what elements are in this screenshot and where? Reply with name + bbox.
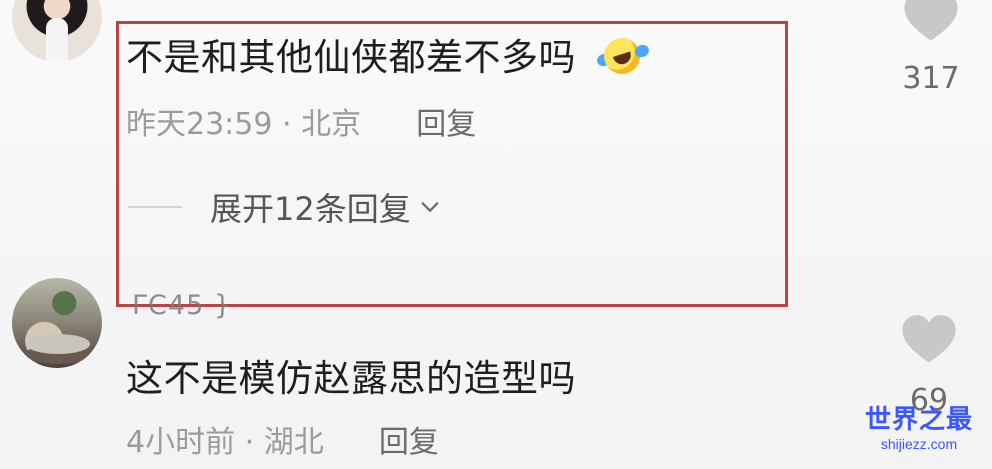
meta-separator: · bbox=[282, 107, 292, 142]
like-area[interactable]: 69 bbox=[894, 314, 964, 416]
like-count: 317 bbox=[902, 61, 960, 96]
partial-username: ΓC45 } bbox=[132, 290, 233, 321]
user-avatar[interactable] bbox=[12, 0, 102, 62]
heart-icon[interactable] bbox=[902, 0, 960, 44]
chevron-down-icon bbox=[421, 202, 439, 212]
expand-replies-button[interactable]: 展开12条回复 bbox=[128, 187, 441, 228]
comment-text: 不是和其他仙侠都差不多吗 bbox=[126, 33, 651, 79]
reply-button[interactable]: 回复 bbox=[379, 425, 439, 460]
watermark-url: shijiezz.com bbox=[880, 436, 958, 452]
like-area[interactable]: 317 bbox=[896, 0, 966, 94]
reply-button[interactable]: 回复 bbox=[416, 107, 476, 142]
watermark: 世界之最 shijiezz.com bbox=[856, 407, 982, 459]
expand-replies-label: 展开12条回复 bbox=[210, 190, 411, 228]
heart-icon[interactable] bbox=[900, 314, 958, 366]
comment-text-body: 不是和其他仙侠都差不多吗 bbox=[126, 36, 576, 79]
comment-meta: 4小时前 · 湖北 回复 bbox=[126, 428, 439, 458]
meta-separator: · bbox=[244, 425, 255, 460]
user-avatar[interactable] bbox=[12, 278, 102, 368]
comment-meta: 昨天23:59 · 北京 回复 bbox=[126, 110, 476, 140]
comment-location: 北京 bbox=[301, 107, 362, 142]
comment-time: 4小时前 bbox=[126, 425, 236, 460]
laughing-crying-emoji-icon bbox=[595, 33, 651, 79]
watermark-title: 世界之最 bbox=[864, 405, 973, 435]
comment-text: 这不是模仿赵露思的造型吗 bbox=[126, 357, 576, 400]
comment-list-screen: 不是和其他仙侠都差不多吗 昨天23:59 · 北京 回复 展开12条回复 317… bbox=[0, 0, 992, 469]
divider-line bbox=[128, 206, 182, 208]
comment-time: 昨天23:59 bbox=[126, 107, 273, 142]
comment-location: 湖北 bbox=[263, 425, 324, 460]
